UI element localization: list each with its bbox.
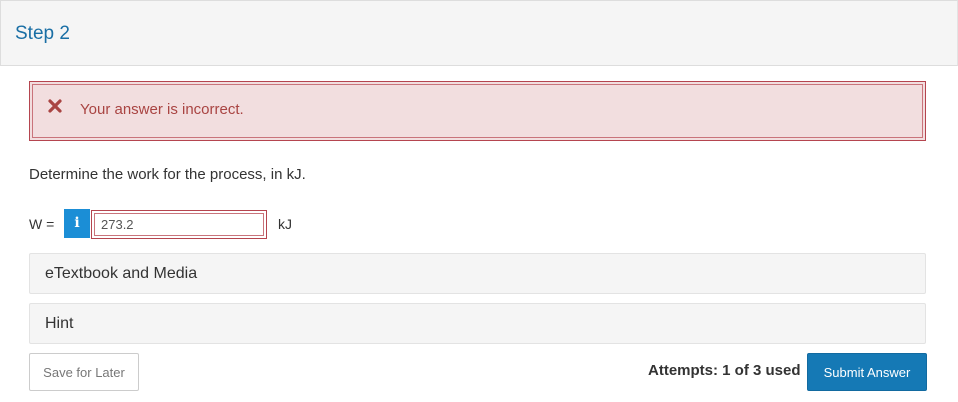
etextbook-media-panel[interactable]: eTextbook and Media — [29, 253, 926, 294]
feedback-message: Your answer is incorrect. — [80, 101, 244, 118]
variable-label: W = — [29, 216, 55, 232]
hint-panel[interactable]: Hint — [29, 303, 926, 344]
etextbook-media-label: eTextbook and Media — [45, 265, 198, 282]
step-header: Step 2 — [0, 0, 958, 66]
answer-input[interactable] — [94, 213, 264, 236]
save-for-later-button[interactable]: Save for Later — [29, 353, 139, 391]
close-icon — [47, 98, 63, 114]
question-prompt: Determine the work for the process, in k… — [29, 166, 306, 183]
submit-answer-button[interactable]: Submit Answer — [807, 353, 927, 391]
attempts-counter: Attempts: 1 of 3 used — [648, 362, 801, 379]
answer-field — [91, 210, 267, 239]
incorrect-feedback-alert: Your answer is incorrect. — [29, 81, 926, 141]
hint-label: Hint — [45, 315, 74, 332]
step-title: Step 2 — [15, 23, 70, 44]
unit-label: kJ — [278, 216, 292, 232]
info-icon[interactable]: i — [64, 209, 90, 238]
